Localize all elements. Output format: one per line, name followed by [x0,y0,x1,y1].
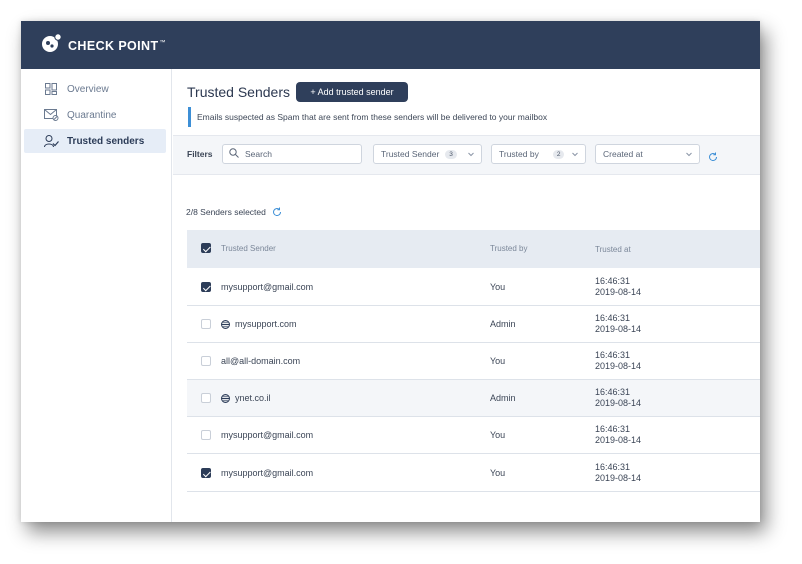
date-text: 2019-08-14 [595,324,642,334]
row-checkbox[interactable] [201,356,211,366]
filter-count-badge: 2 [552,149,565,159]
brand-logo[interactable]: CHECK POINT ™ [41,33,166,58]
table-row[interactable]: mysupport@gmail.com You 16:46:31 2019-08-… [187,455,760,492]
date-text: 2019-08-14 [595,435,642,445]
column-header-trusted-by[interactable]: Trusted by [490,244,528,253]
selection-summary: 2/8 Senders selected [186,207,282,217]
trusted-by-cell: You [490,356,506,366]
chevron-down-icon [467,150,475,160]
top-bar: CHECK POINT ™ [21,21,760,69]
sidebar-item-label: Trusted senders [67,135,145,147]
row-checkbox[interactable] [201,430,211,440]
sender-cell: mysupport.com [221,319,297,329]
info-notice: Emails suspected as Spam that are sent f… [188,107,748,127]
trusted-sender-filter-dropdown[interactable]: Trusted Sender 3 [373,144,482,164]
domain-icon [221,393,230,403]
row-checkbox[interactable] [201,282,211,292]
empty-table-row [187,494,760,522]
column-header-trusted-at[interactable]: Trusted at [595,244,631,255]
sidebar-item-label: Overview [67,83,109,95]
trusted-by-cell: Admin [490,319,516,329]
sender-text: mysupport@gmail.com [221,282,314,292]
sidebar-item-trusted-senders[interactable]: Trusted senders [24,129,166,153]
date-text: 2019-08-14 [595,361,642,371]
domain-icon [221,319,230,329]
row-checkbox[interactable] [201,468,211,478]
app-window: CHECK POINT ™ Overview Quarantine Truste… [21,21,760,522]
brand-trademark: ™ [159,39,166,46]
checkpoint-logo-icon [41,33,63,58]
created-at-filter-dropdown[interactable]: Created at [595,144,700,164]
main-content: Trusted Senders + Add trusted sender Ema… [173,69,760,522]
sender-text: all@all-domain.com [221,356,301,366]
notice-text: Emails suspected as Spam that are sent f… [197,112,548,122]
time-text: 16:46:31 [595,387,631,397]
trusted-at-cell: 16:46:31 2019-08-14 [595,350,641,372]
sender-text: mysupport@gmail.com [221,430,314,440]
brand-name: CHECK POINT [68,38,159,53]
table-row[interactable]: mysupport@gmail.com You 16:46:31 2019-08-… [187,417,760,454]
dropdown-label: Trusted by [499,149,539,159]
trusted-at-cell: 16:46:31 2019-08-14 [595,276,641,298]
sender-cell: mysupport@gmail.com [221,282,313,292]
time-text: 16:46:31 [595,424,631,434]
time-text: 16:46:31 [595,313,631,323]
sender-cell: mysupport@gmail.com [221,430,313,440]
sender-text: mysupport@gmail.com [221,468,314,478]
sender-cell: ynet.co.il [221,393,271,403]
trusted-at-cell: 16:46:31 2019-08-14 [595,387,641,409]
trusted-at-cell: 16:46:31 2019-08-14 [595,424,641,446]
table-row[interactable]: all@all-domain.com You 16:46:31 2019-08-1… [187,343,760,380]
sidebar: Overview Quarantine Trusted senders [21,69,172,522]
date-text: 2019-08-14 [595,287,642,297]
search-placeholder: Search [245,149,272,159]
trusted-user-icon [43,134,59,148]
trusted-at-cell: 16:46:31 2019-08-14 [595,313,641,335]
table-row[interactable]: ynet.co.il Admin 16:46:31 2019-08-14 [187,380,760,417]
trusted-by-cell: You [490,282,506,292]
time-text: 16:46:31 [595,462,631,472]
date-text: 2019-08-14 [595,473,642,483]
table-row[interactable]: mysupport@gmail.com You 16:46:31 2019-08-… [187,269,760,306]
row-checkbox[interactable] [201,393,211,403]
sender-cell: mysupport@gmail.com [221,468,313,478]
column-header-trusted-sender[interactable]: Trusted Sender [221,244,276,253]
search-input[interactable]: Search [222,144,362,164]
add-trusted-sender-button[interactable]: + Add trusted sender [296,82,408,102]
trusted-by-filter-dropdown[interactable]: Trusted by 2 [491,144,586,164]
dropdown-label: Created at [603,149,643,159]
sender-cell: all@all-domain.com [221,356,300,366]
select-all-checkbox[interactable] [201,243,211,253]
sidebar-item-quarantine[interactable]: Quarantine [24,103,166,127]
filters-bar: Filters Search Trusted Sender 3 Trusted … [173,135,760,175]
sender-text: mysupport.com [235,319,297,329]
trusted-at-cell: 16:46:31 2019-08-14 [595,462,641,484]
selection-count-text: 2/8 Senders selected [186,207,266,217]
date-text: 2019-08-14 [595,398,642,408]
table-row[interactable]: mysupport.com Admin 16:46:31 2019-08-14 [187,306,760,343]
trusted-by-cell: You [490,468,506,478]
trusted-by-cell: Admin [490,393,516,403]
table-header: Trusted Sender Trusted by Trusted at [187,230,760,268]
refresh-icon[interactable] [272,207,282,217]
filters-label: Filters [187,149,213,159]
chevron-down-icon [685,150,693,160]
page-title: Trusted Senders [187,84,290,100]
search-icon [229,148,239,160]
time-text: 16:46:31 [595,276,631,286]
filter-count-badge: 3 [445,149,457,159]
sidebar-item-overview[interactable]: Overview [24,77,166,101]
reset-filters-icon[interactable] [708,149,718,167]
chevron-down-icon [571,150,579,160]
quarantine-mail-icon [43,108,59,122]
row-checkbox[interactable] [201,319,211,329]
overview-grid-icon [43,82,59,96]
trusted-senders-table: Trusted Sender Trusted by Trusted at mys… [187,230,760,522]
time-text: 16:46:31 [595,350,631,360]
sidebar-item-label: Quarantine [67,109,117,121]
sender-text: ynet.co.il [235,393,271,403]
dropdown-label: Trusted Sender [381,149,440,159]
trusted-by-cell: You [490,430,506,440]
